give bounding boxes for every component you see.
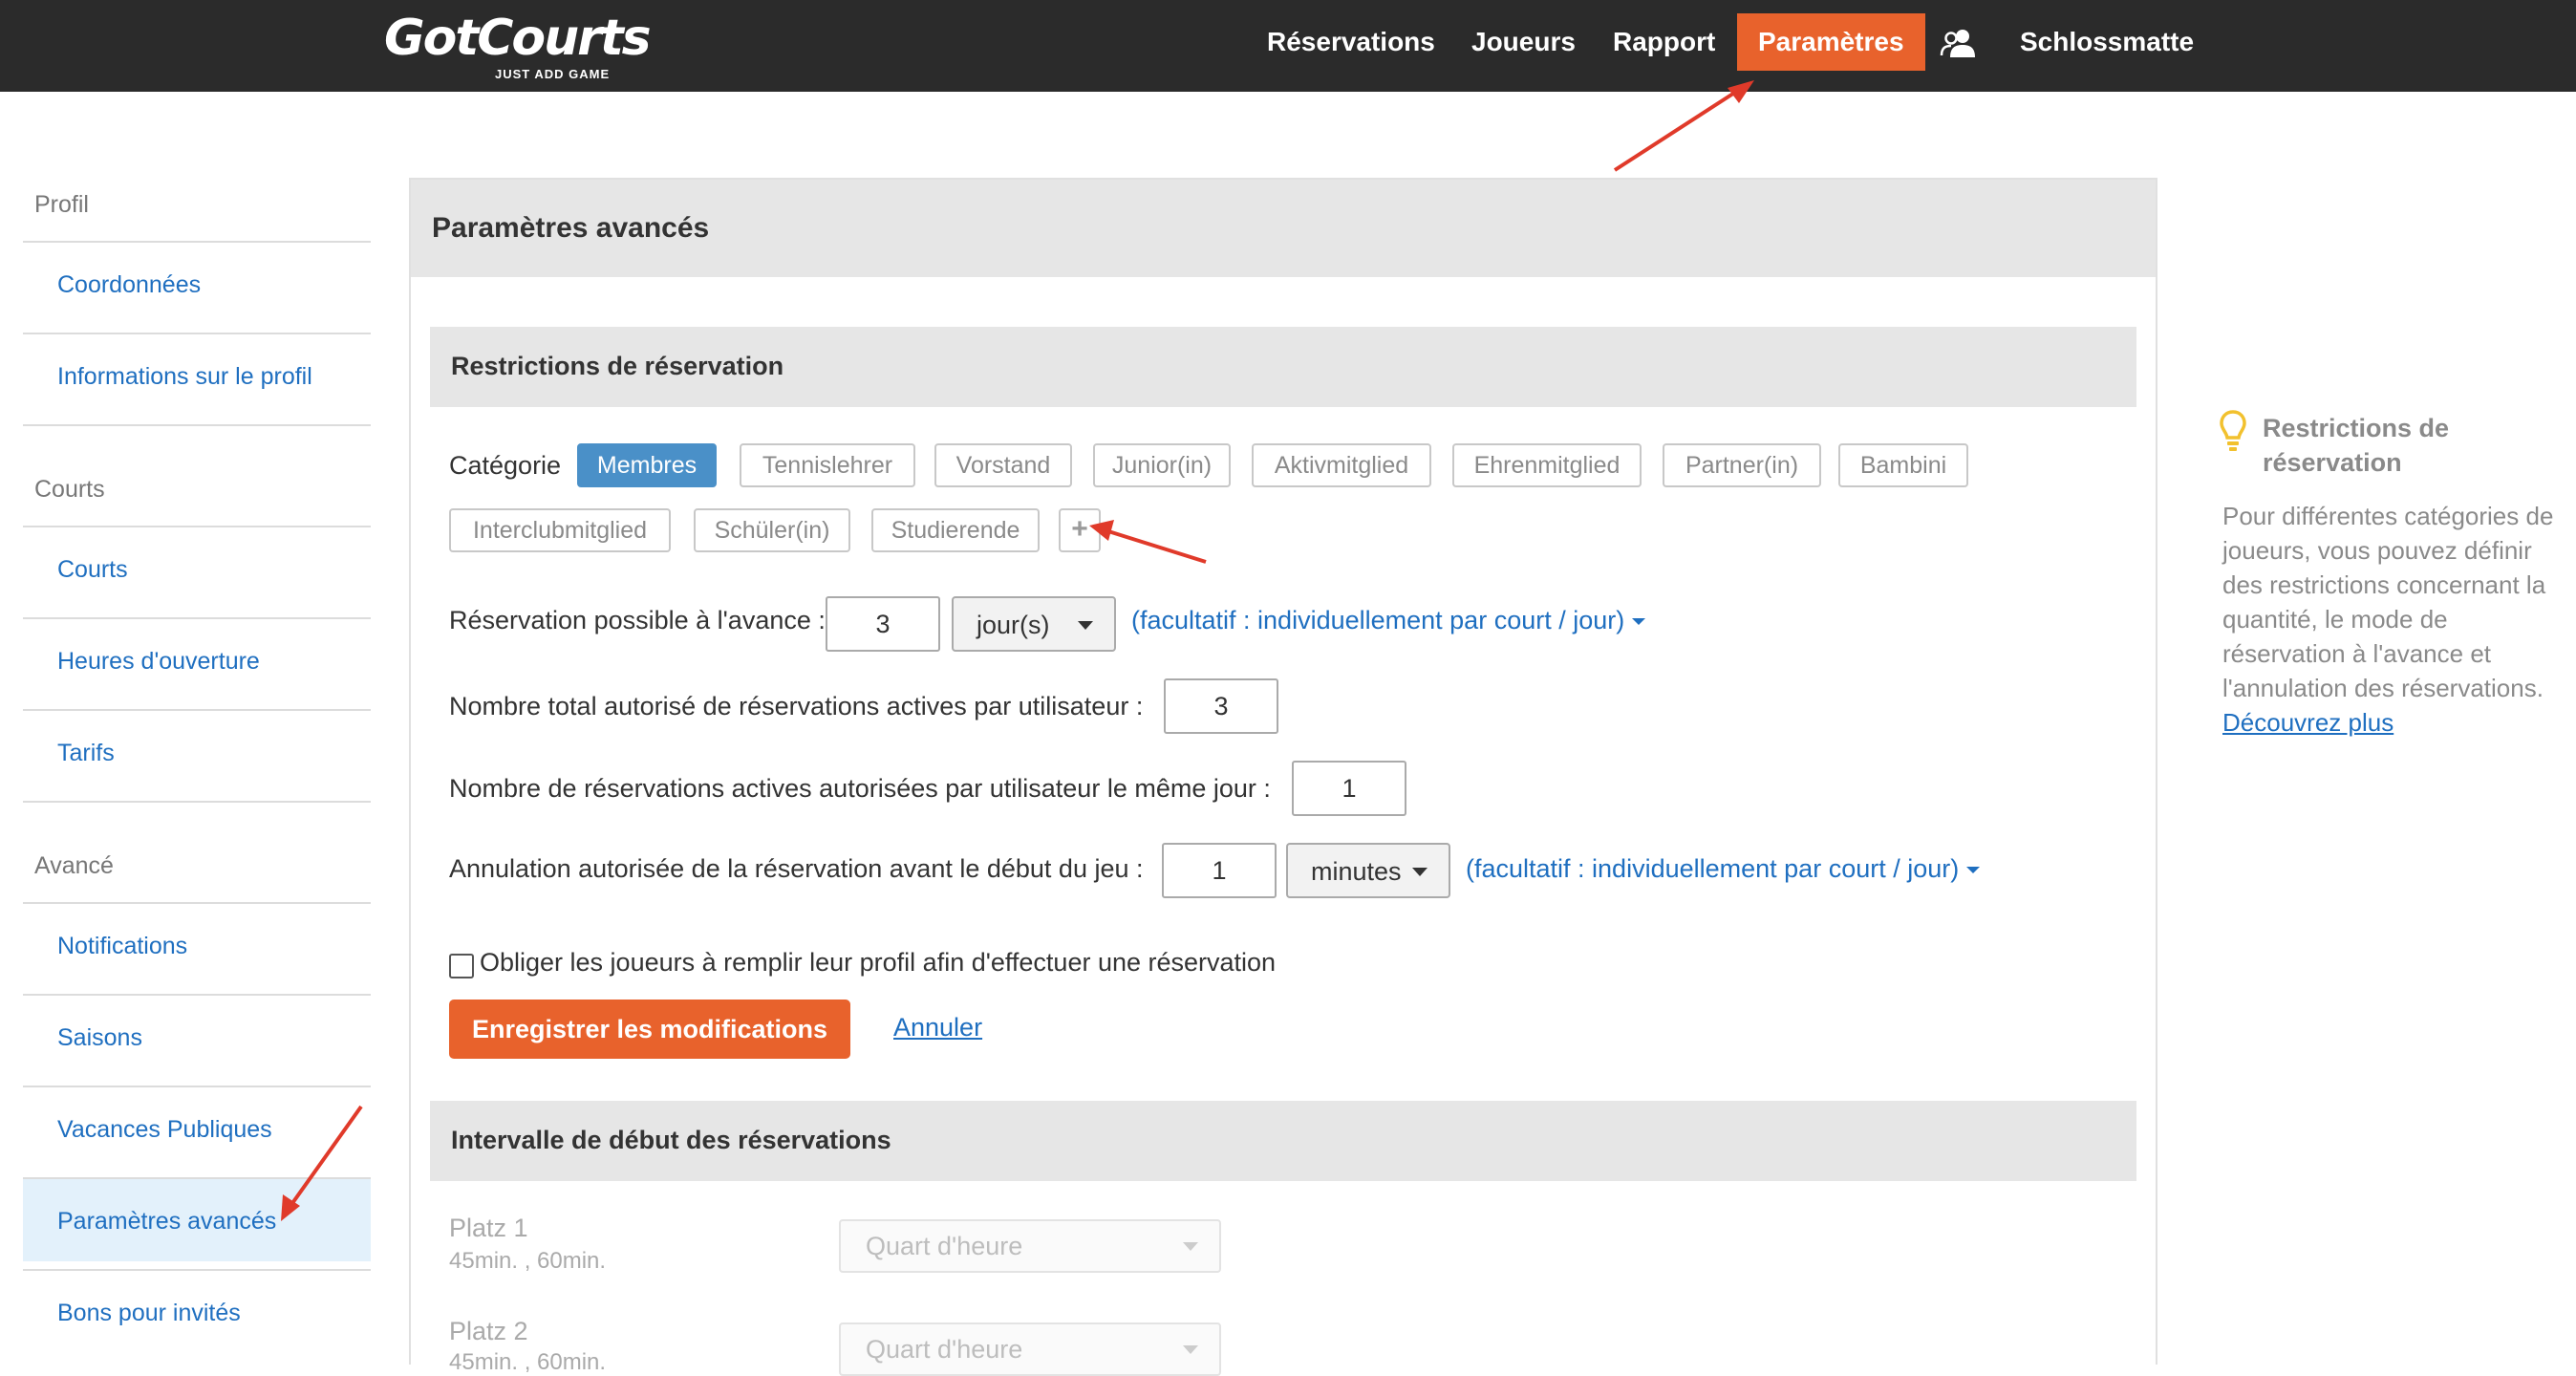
category-chip[interactable]: Studierende — [871, 508, 1040, 552]
profile-required-label: Obliger les joueurs à remplir leur profi… — [480, 948, 1277, 977]
save-button[interactable]: Enregistrer les modifications — [449, 1000, 850, 1059]
link-label: (facultatif : individuellement par court… — [1131, 606, 1625, 634]
plus-icon: + — [1071, 513, 1088, 545]
sidebar-item-tarifs[interactable]: Tarifs — [23, 709, 371, 801]
sidebar-item-courts[interactable]: Courts — [23, 526, 371, 617]
nav-reservations[interactable]: Réservations — [1267, 0, 1435, 92]
cancel-before-label: Annulation autorisée de la réservation a… — [449, 854, 1144, 883]
sidebar-item-bons-invites[interactable]: Bons pour invités — [23, 1269, 371, 1361]
nav-club-name[interactable]: Schlossmatte — [2020, 0, 2194, 92]
advanced-settings-panel: Paramètres avancés Restrictions de réser… — [409, 178, 2157, 1365]
cancel-before-input[interactable]: 1 — [1162, 843, 1277, 898]
chevron-down-icon — [1412, 868, 1428, 876]
learn-more-link[interactable]: Découvrez plus — [2222, 708, 2394, 737]
total-active-input[interactable]: 3 — [1164, 678, 1278, 734]
sidebar-item-notifications[interactable]: Notifications — [23, 902, 371, 994]
nav-parametres[interactable]: Paramètres — [1737, 13, 1925, 71]
nav-rapport[interactable]: Rapport — [1613, 0, 1715, 92]
tip-title: Restrictions de réservation — [2263, 414, 2450, 477]
optional-per-court-link[interactable]: (facultatif : individuellement par court… — [1131, 606, 1646, 635]
chevron-down-icon — [1183, 1345, 1198, 1354]
sidebar-item-label: Coordonnées — [57, 271, 202, 298]
profile-required-checkbox[interactable] — [449, 954, 474, 978]
sidebar-section-avance: Avancé — [34, 852, 114, 879]
category-chip[interactable]: Vorstand — [934, 443, 1072, 487]
caret-down-icon — [1632, 618, 1646, 626]
cancel-unit-select[interactable]: minutes — [1286, 843, 1450, 898]
sidebar-divider — [23, 801, 371, 803]
category-chip[interactable]: Bambini — [1838, 443, 1968, 487]
sidebar-item-label: Tarifs — [57, 740, 115, 766]
chevron-down-icon — [1078, 621, 1093, 630]
cancel-link[interactable]: Annuler — [893, 1013, 982, 1043]
chevron-down-icon — [1183, 1242, 1198, 1251]
same-day-label: Nombre de réservations actives autorisée… — [449, 774, 1271, 803]
category-chip[interactable]: Interclubmitglied — [449, 508, 671, 552]
interval-section-header: Intervalle de début des réservations — [430, 1101, 2136, 1181]
nav-joueurs[interactable]: Joueurs — [1471, 0, 1576, 92]
sidebar-item-coordonnees[interactable]: Coordonnées — [23, 241, 371, 333]
sidebar-item-informations-profil[interactable]: Informations sur le profil — [23, 333, 371, 424]
logo-wordmark: GotCourts — [384, 10, 652, 67]
category-chip[interactable]: Junior(in) — [1093, 443, 1231, 487]
court-name: Platz 1 — [449, 1214, 528, 1242]
category-chip[interactable]: Aktivmitglied — [1252, 443, 1431, 487]
total-active-label: Nombre total autorisé de réservations ac… — [449, 692, 1144, 720]
section-title: Intervalle de début des réservations — [451, 1126, 891, 1154]
sidebar-item-saisons[interactable]: Saisons — [23, 994, 371, 1086]
advance-value-input[interactable]: 3 — [826, 596, 940, 652]
sidebar-item-label: Bons pour invités — [57, 1300, 241, 1326]
select-value: Quart d'heure — [866, 1335, 1023, 1364]
category-label: Catégorie — [449, 451, 562, 480]
gotcourts-logo[interactable]: GotCourts JUST ADD GAME — [384, 10, 652, 81]
sidebar-item-parametres-avances[interactable]: Paramètres avancés — [23, 1177, 371, 1261]
select-value: minutes — [1311, 857, 1402, 886]
users-icon[interactable] — [1940, 25, 1978, 63]
arrow-to-parametres — [1613, 88, 1741, 172]
category-chip[interactable]: Ehrenmitglied — [1452, 443, 1642, 487]
sidebar-item-label: Saisons — [57, 1024, 142, 1051]
sidebar-item-label: Courts — [57, 556, 128, 583]
caret-down-icon — [1966, 867, 1981, 874]
court-interval-select[interactable]: Quart d'heure — [839, 1219, 1221, 1273]
sidebar-section-courts: Courts — [34, 476, 105, 503]
sidebar-item-heures-ouverture[interactable]: Heures d'ouverture — [23, 617, 371, 709]
advance-unit-select[interactable]: jour(s) — [952, 596, 1116, 652]
add-category-button[interactable]: + — [1059, 508, 1101, 552]
select-value: jour(s) — [977, 611, 1050, 639]
same-day-input[interactable]: 1 — [1292, 761, 1406, 816]
advance-label: Réservation possible à l'avance : — [449, 606, 826, 634]
court-durations: 45min. , 60min. — [449, 1349, 607, 1375]
category-chip[interactable]: Tennislehrer — [740, 443, 915, 487]
sidebar-item-label: Notifications — [57, 933, 188, 959]
tip-body: Pour différentes catégories de joueurs, … — [2222, 502, 2554, 702]
sidebar-item-label: Heures d'ouverture — [57, 648, 260, 675]
sidebar-item-label: Informations sur le profil — [57, 363, 312, 390]
top-navigation-bar: GotCourts JUST ADD GAME Réservations Jou… — [0, 0, 2576, 92]
court-name: Platz 2 — [449, 1317, 528, 1345]
sidebar-section-profil: Profil — [34, 191, 89, 218]
logo-tagline: JUST ADD GAME — [495, 67, 611, 81]
sidebar-item-vacances-publiques[interactable]: Vacances Publiques — [23, 1086, 371, 1177]
page-title: Paramètres avancés — [432, 212, 710, 244]
category-chip-membres[interactable]: Membres — [577, 443, 717, 487]
tip-text: Pour différentes catégories de joueurs, … — [2222, 499, 2566, 740]
panel-header: Paramètres avancés — [411, 180, 2156, 277]
sidebar-item-label: Paramètres avancés — [57, 1208, 277, 1235]
category-chip[interactable]: Partner(in) — [1663, 443, 1821, 487]
select-value: Quart d'heure — [866, 1232, 1023, 1260]
restrictions-section-header: Restrictions de réservation — [430, 327, 2136, 407]
optional-per-court-link[interactable]: (facultatif : individuellement par court… — [1466, 854, 1981, 884]
court-durations: 45min. , 60min. — [449, 1248, 607, 1274]
section-title: Restrictions de réservation — [451, 352, 784, 380]
court-interval-select[interactable]: Quart d'heure — [839, 1322, 1221, 1376]
link-label: (facultatif : individuellement par court… — [1466, 854, 1960, 883]
lightbulb-icon — [2220, 410, 2246, 451]
sidebar-divider — [23, 424, 371, 426]
sidebar-item-label: Vacances Publiques — [57, 1116, 272, 1143]
category-chip[interactable]: Schüler(in) — [694, 508, 850, 552]
